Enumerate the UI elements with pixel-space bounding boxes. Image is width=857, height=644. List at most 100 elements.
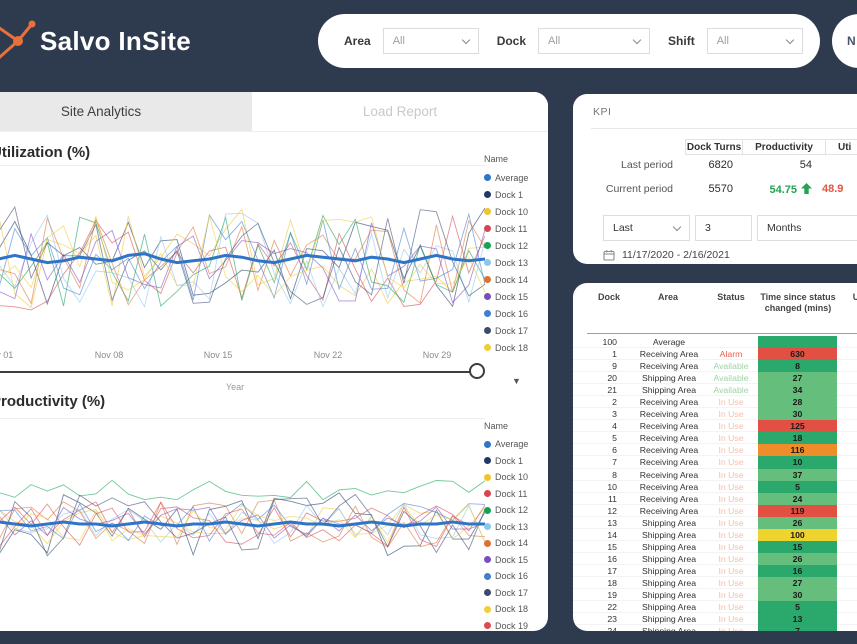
cell-dock: 9: [587, 360, 617, 372]
filter-group-dock: Dock All: [497, 28, 650, 54]
cell-dock: 22: [587, 601, 617, 613]
date-range-slider-handle[interactable]: [469, 363, 485, 379]
legend-item[interactable]: Dock 15: [484, 552, 548, 569]
table-row[interactable]: 17Shipping AreaIn Use16: [573, 565, 857, 577]
legend-item[interactable]: Dock 11: [484, 220, 548, 237]
report-tabs: Site Analytics Load Report: [0, 92, 548, 132]
table-row[interactable]: 21Shipping AreaAvailable34: [573, 384, 857, 396]
cell-utilization: [839, 420, 857, 432]
cell-status: In Use: [705, 625, 757, 631]
dashboard-root: Salvo InSite Area All Dock All Shift All…: [0, 0, 857, 644]
cell-status: In Use: [705, 517, 757, 529]
table-row[interactable]: 100Average: [573, 336, 857, 348]
cell-status: [705, 336, 757, 348]
kpi-range-dropdown[interactable]: Last: [603, 215, 690, 241]
cell-area: Receiving Area: [633, 481, 705, 493]
legend-series-name: Dock 11: [495, 224, 527, 234]
area-filter-value: All: [393, 35, 405, 47]
table-row[interactable]: 6Receiving AreaIn Use116: [573, 444, 857, 456]
kpi-amount-input[interactable]: 3: [695, 215, 752, 241]
shift-filter-value: All: [717, 35, 729, 47]
cell-utilization: [839, 505, 857, 517]
table-row[interactable]: 18Shipping AreaIn Use27: [573, 577, 857, 589]
table-row[interactable]: 1Receiving AreaAlarm630: [573, 348, 857, 360]
legend-item[interactable]: Dock 16: [484, 568, 548, 585]
legend-item[interactable]: Dock 13: [484, 254, 548, 271]
table-row[interactable]: 2Receiving AreaIn Use28: [573, 396, 857, 408]
kpi-unit-dropdown[interactable]: Months: [757, 215, 857, 241]
legend-item[interactable]: Dock 10: [484, 469, 548, 486]
legend-item[interactable]: Average: [484, 436, 548, 453]
table-header-utilization[interactable]: U: [839, 292, 857, 303]
kpi-date-range-text: 11/17/2020 - 2/16/2021: [622, 249, 730, 261]
table-row[interactable]: 24Shipping AreaIn Use7: [573, 625, 857, 631]
cell-utilization: [839, 577, 857, 589]
table-header-status[interactable]: Status: [705, 292, 757, 303]
legend-dot-icon: [484, 606, 491, 613]
cell-dock: 3: [587, 408, 617, 420]
legend-series-name: Dock 11: [495, 489, 527, 499]
table-row[interactable]: 23Shipping AreaIn Use13: [573, 613, 857, 625]
legend-item[interactable]: Dock 18: [484, 601, 548, 618]
slider-dropdown-caret[interactable]: ▼: [512, 376, 521, 386]
table-row[interactable]: 5Receiving AreaIn Use18: [573, 432, 857, 444]
table-row[interactable]: 19Shipping AreaIn Use30: [573, 589, 857, 601]
legend-item[interactable]: Average: [484, 169, 548, 186]
legend-item[interactable]: Dock 12: [484, 237, 548, 254]
legend-item[interactable]: Dock 16: [484, 305, 548, 322]
cell-time-since: 26: [758, 553, 837, 565]
table-row[interactable]: 11Receiving AreaIn Use24: [573, 493, 857, 505]
legend-series-name: Dock 10: [495, 472, 528, 482]
legend-item[interactable]: Dock 14: [484, 271, 548, 288]
table-row[interactable]: 22Shipping AreaIn Use5: [573, 601, 857, 613]
legend-dot-icon: [484, 276, 491, 283]
kpi-last-dock-turns: 6820: [685, 159, 733, 171]
table-row[interactable]: 12Receiving AreaIn Use119: [573, 505, 857, 517]
table-header-area[interactable]: Area: [633, 292, 703, 303]
tab-load-report[interactable]: Load Report: [252, 92, 548, 131]
x-axis-tick: Nov 15: [204, 350, 233, 360]
header-right-pill-button[interactable]: N: [832, 14, 857, 68]
table-row[interactable]: 13Shipping AreaIn Use26: [573, 517, 857, 529]
table-row[interactable]: 10Receiving AreaIn Use5: [573, 481, 857, 493]
table-row[interactable]: 15Shipping AreaIn Use15: [573, 541, 857, 553]
cell-utilization: [839, 493, 857, 505]
table-header-time-since[interactable]: Time since status changed (mins): [759, 292, 837, 314]
cell-status: In Use: [705, 601, 757, 613]
legend-item[interactable]: Dock 19: [484, 618, 548, 632]
cell-time-since: 24: [758, 493, 837, 505]
legend-series-name: Average: [495, 173, 528, 183]
table-row[interactable]: 20Shipping AreaAvailable27: [573, 372, 857, 384]
cell-status: In Use: [705, 456, 757, 468]
table-row[interactable]: 7Receiving AreaIn Use10: [573, 456, 857, 468]
table-row[interactable]: 8Receiving AreaIn Use37: [573, 469, 857, 481]
cell-dock: 21: [587, 384, 617, 396]
legend-item[interactable]: Dock 10: [484, 203, 548, 220]
productivity-line-chart[interactable]: [0, 424, 485, 624]
table-row[interactable]: 9Receiving AreaAvailable8: [573, 360, 857, 372]
table-row[interactable]: 16Shipping AreaIn Use26: [573, 553, 857, 565]
table-row[interactable]: 14Shipping AreaIn Use100: [573, 529, 857, 541]
legend-item[interactable]: Dock 11: [484, 486, 548, 503]
table-row[interactable]: 3Receiving AreaIn Use30: [573, 408, 857, 420]
legend-dot-icon: [484, 310, 491, 317]
legend-item[interactable]: Dock 14: [484, 535, 548, 552]
table-header-dock[interactable]: Dock: [591, 292, 627, 303]
legend-item[interactable]: Dock 13: [484, 519, 548, 536]
shift-filter-dropdown[interactable]: All: [707, 28, 803, 54]
legend-item[interactable]: Dock 17: [484, 585, 548, 602]
legend-item[interactable]: Dock 15: [484, 288, 548, 305]
table-row[interactable]: 4Receiving AreaIn Use125: [573, 420, 857, 432]
tab-site-analytics[interactable]: Site Analytics: [0, 92, 252, 131]
cell-dock: 10: [587, 481, 617, 493]
legend-item[interactable]: Dock 12: [484, 502, 548, 519]
legend-item[interactable]: Dock 17: [484, 322, 548, 339]
utilization-line-chart[interactable]: [0, 170, 485, 348]
utilization-legend: Name AverageDock 1Dock 10Dock 11Dock 12D…: [484, 154, 548, 356]
legend-item[interactable]: Dock 1: [484, 186, 548, 203]
area-filter-dropdown[interactable]: All: [383, 28, 479, 54]
legend-item[interactable]: Dock 1: [484, 453, 548, 470]
legend-series-name: Dock 12: [495, 505, 528, 515]
dock-filter-dropdown[interactable]: All: [538, 28, 650, 54]
legend-item[interactable]: Dock 18: [484, 339, 548, 356]
